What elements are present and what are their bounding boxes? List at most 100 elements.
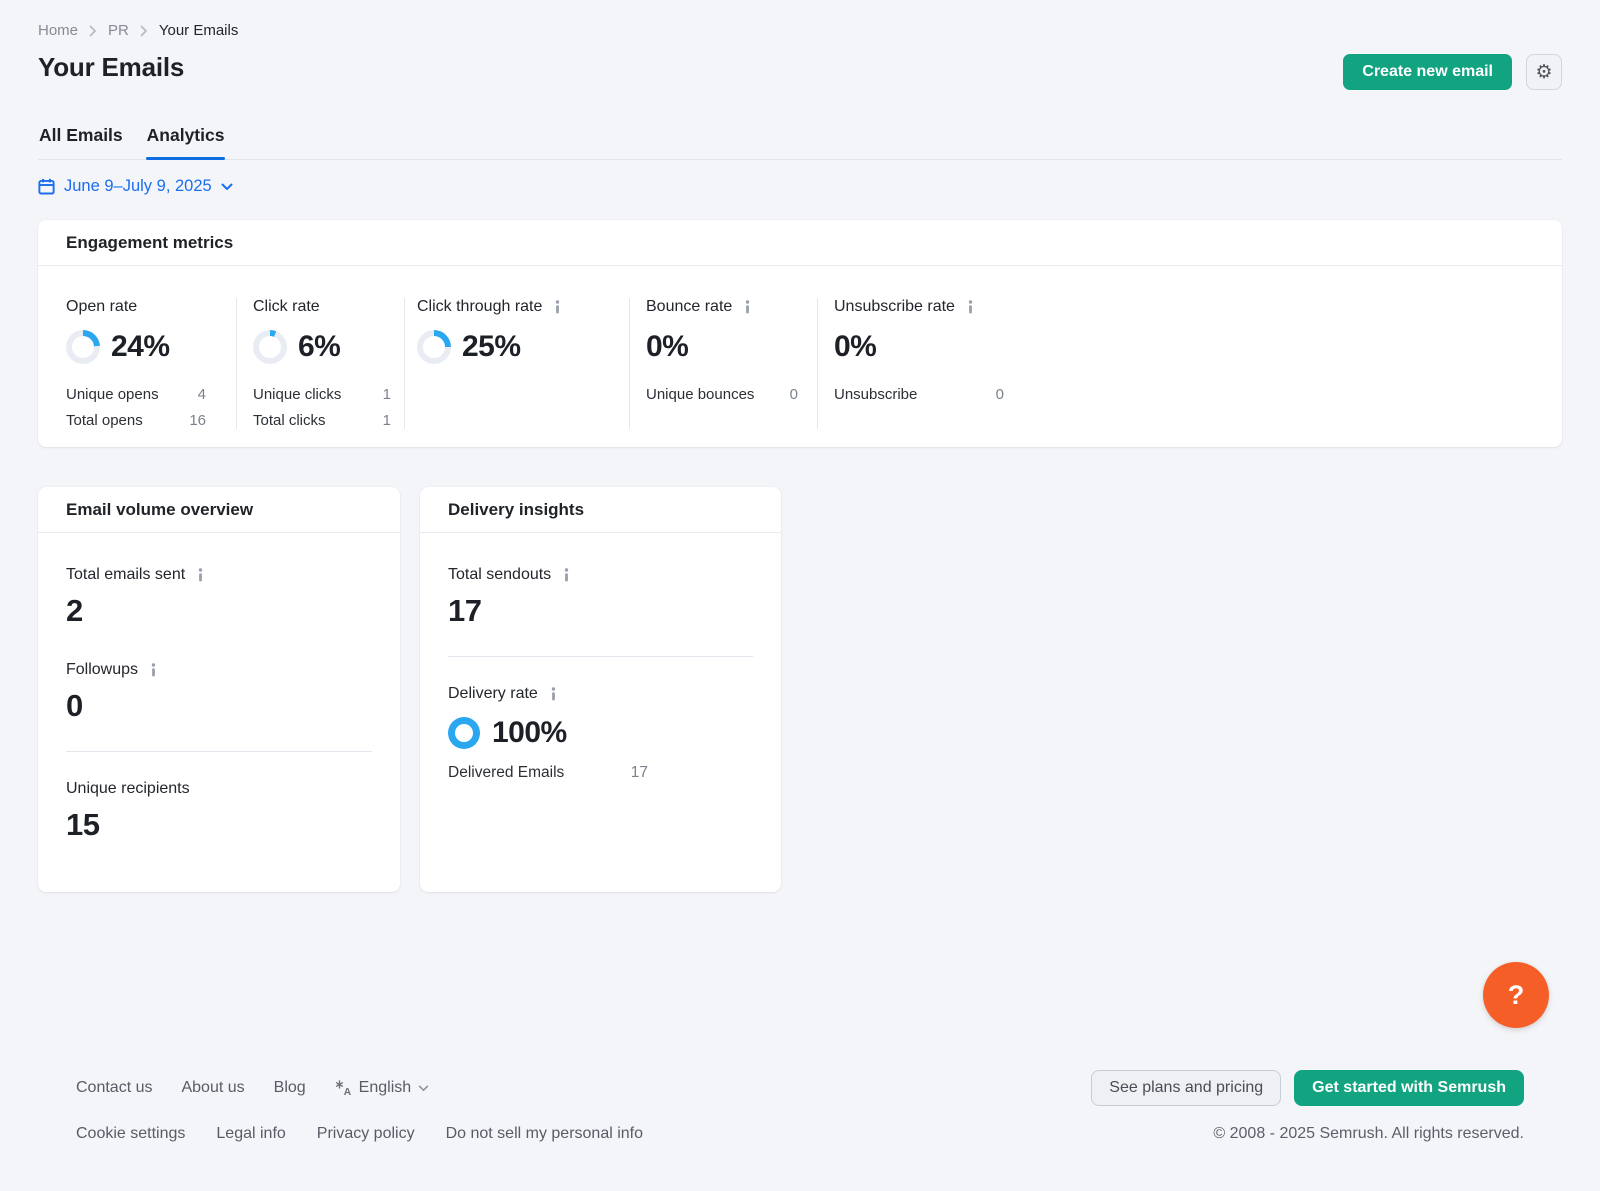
copyright-text: © 2008 - 2025 Semrush. All rights reserv…	[1213, 1125, 1524, 1143]
metric-value: 25%	[462, 330, 521, 364]
gear-icon: ⚙	[1535, 61, 1552, 84]
info-icon[interactable]	[742, 300, 753, 314]
date-range-label: June 9–July 9, 2025	[64, 177, 212, 196]
email-volume-card: Email volume overview Total emails sent …	[38, 487, 400, 892]
breadcrumb-pr[interactable]: PR	[108, 22, 129, 39]
chevron-right-icon	[140, 25, 148, 37]
footer-row-1: Contact us About us Blog A	[76, 1070, 1524, 1106]
field-label-text: Unique recipients	[66, 780, 190, 798]
stat-value: 1	[383, 386, 391, 403]
see-plans-button[interactable]: See plans and pricing	[1091, 1070, 1281, 1106]
email-volume-card-header: Email volume overview	[38, 487, 400, 533]
info-icon[interactable]	[195, 568, 206, 582]
get-started-button[interactable]: Get started with Semrush	[1294, 1070, 1524, 1106]
footer-link-contact-us[interactable]: Contact us	[76, 1079, 152, 1097]
delivery-card-title: Delivery insights	[448, 500, 584, 519]
question-mark-icon: ?	[1508, 980, 1525, 1011]
metric-label: Unsubscribe rate	[834, 298, 955, 316]
engagement-card-body: Open rate 24% Unique opens 4 Total opens…	[38, 266, 1562, 447]
followups-label: Followups	[66, 661, 372, 679]
chevron-down-icon	[418, 1085, 429, 1092]
stat-row: Unique clicks 1	[253, 386, 391, 403]
footer-link-blog[interactable]: Blog	[274, 1079, 306, 1097]
translate-icon: A	[335, 1080, 352, 1096]
info-icon[interactable]	[561, 568, 572, 582]
page-header: Your Emails Create new email ⚙	[38, 52, 1562, 90]
field-label-text: Followups	[66, 661, 138, 679]
calendar-icon	[38, 178, 55, 195]
total-sendouts-label: Total sendouts	[448, 566, 753, 584]
tab-analytics[interactable]: Analytics	[146, 117, 226, 159]
delivery-insights-card: Delivery insights Total sendouts 17 Deli…	[420, 487, 781, 892]
metric-value: 6%	[298, 330, 340, 364]
chevron-down-icon	[221, 183, 233, 191]
delivery-rate-value: 100%	[492, 716, 567, 750]
metric-unsubscribe-rate: Unsubscribe rate 0% Unsubscribe 0	[818, 298, 1038, 429]
metric-click-through-rate: Click through rate 25%	[405, 298, 629, 429]
card-divider	[66, 751, 372, 752]
lower-cards-row: Email volume overview Total emails sent …	[38, 487, 1562, 892]
help-button[interactable]: ?	[1483, 962, 1549, 1028]
stat-value: 0	[790, 386, 798, 403]
metric-value: 0%	[646, 330, 688, 364]
stat-value: 16	[189, 412, 206, 429]
info-icon[interactable]	[965, 300, 976, 314]
followups-value: 0	[66, 688, 372, 724]
footer-link-privacy-policy[interactable]: Privacy policy	[317, 1125, 415, 1143]
language-label: English	[359, 1079, 411, 1097]
card-divider	[448, 656, 753, 657]
stat-value: 1	[383, 412, 391, 429]
stat-label: Delivered Emails	[448, 764, 564, 782]
click-rate-donut	[253, 330, 287, 364]
breadcrumb: Home PR Your Emails	[38, 22, 1562, 39]
breadcrumb-home[interactable]: Home	[38, 22, 78, 39]
open-rate-donut	[66, 330, 100, 364]
unique-recipients-value: 15	[66, 807, 372, 843]
metric-label: Click through rate	[417, 298, 542, 316]
svg-text:A: A	[343, 1086, 351, 1096]
footer-link-do-not-sell[interactable]: Do not sell my personal info	[446, 1125, 643, 1143]
unique-recipients-label: Unique recipients	[66, 780, 372, 798]
engagement-card-title: Engagement metrics	[66, 233, 233, 252]
stat-row: Total clicks 1	[253, 412, 391, 429]
footer-link-legal-info[interactable]: Legal info	[216, 1125, 285, 1143]
info-icon[interactable]	[552, 300, 563, 314]
footer-link-cookie-settings[interactable]: Cookie settings	[76, 1125, 185, 1143]
stat-value: 0	[996, 386, 1004, 403]
date-range-picker[interactable]: June 9–July 9, 2025	[38, 177, 233, 196]
metric-bounce-rate: Bounce rate 0% Unique bounces 0	[630, 298, 817, 429]
info-icon[interactable]	[148, 663, 159, 677]
create-new-email-button[interactable]: Create new email	[1343, 54, 1512, 90]
tab-all-emails[interactable]: All Emails	[38, 117, 124, 159]
stat-row: Total opens 16	[66, 412, 206, 429]
total-emails-sent-label: Total emails sent	[66, 566, 372, 584]
metric-value: 24%	[111, 330, 170, 364]
stat-label: Unique opens	[66, 386, 159, 403]
chevron-right-icon	[89, 25, 97, 37]
metric-label: Open rate	[66, 298, 137, 316]
main-page: Home PR Your Emails Your Emails Create n…	[0, 0, 1600, 1143]
language-selector[interactable]: A English	[335, 1079, 429, 1097]
field-label-text: Delivery rate	[448, 685, 538, 703]
stat-label: Unique clicks	[253, 386, 341, 403]
stat-value: 4	[198, 386, 206, 403]
settings-button[interactable]: ⚙	[1526, 54, 1562, 90]
stat-label: Unique bounces	[646, 386, 754, 403]
footer-link-about-us[interactable]: About us	[181, 1079, 244, 1097]
metric-click-rate: Click rate 6% Unique clicks 1 Total clic…	[237, 298, 404, 429]
stat-row: Unique bounces 0	[646, 386, 798, 403]
stat-label: Unsubscribe	[834, 386, 917, 403]
email-volume-card-title: Email volume overview	[66, 500, 253, 519]
stat-label: Total clicks	[253, 412, 326, 429]
click-through-rate-donut	[417, 330, 451, 364]
breadcrumb-your-emails: Your Emails	[159, 22, 238, 39]
tab-bar: All Emails Analytics	[38, 117, 1562, 160]
header-actions: Create new email ⚙	[1343, 54, 1562, 90]
delivery-rate-donut	[448, 717, 480, 749]
stat-label: Total opens	[66, 412, 143, 429]
info-icon[interactable]	[548, 687, 559, 701]
stat-row: Unique opens 4	[66, 386, 206, 403]
delivered-emails-row: Delivered Emails 17	[448, 764, 648, 782]
engagement-metrics-card: Engagement metrics Open rate 24% Unique …	[38, 220, 1562, 447]
footer-row-2: Cookie settings Legal info Privacy polic…	[76, 1125, 1524, 1143]
